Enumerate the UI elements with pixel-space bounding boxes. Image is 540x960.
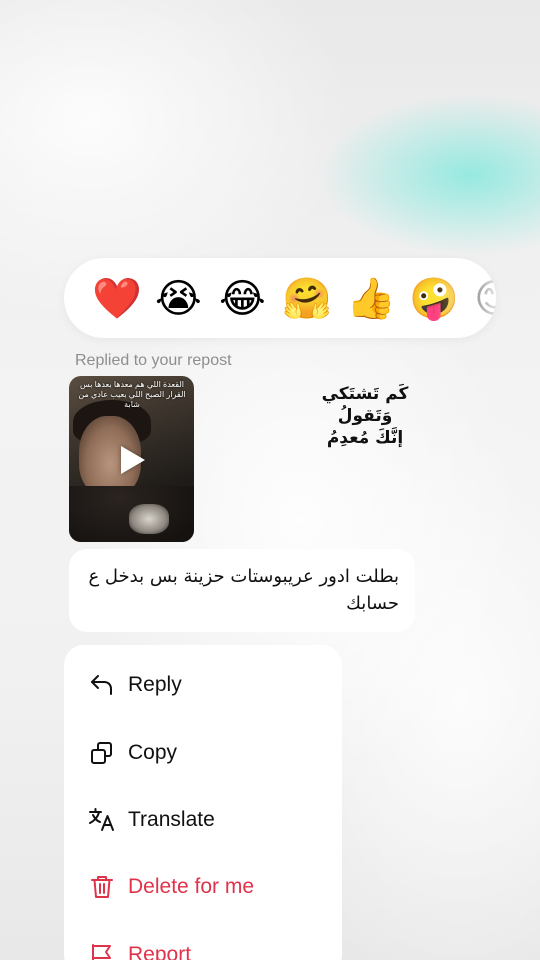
menu-item-report[interactable]: Report (88, 935, 328, 960)
menu-item-label: Copy (128, 741, 178, 764)
report-flag-icon (88, 941, 116, 960)
play-icon[interactable] (121, 446, 145, 474)
reaction-laughing-icon[interactable]: 😂 (219, 276, 266, 322)
reaction-heart-icon[interactable]: ❤️ (92, 276, 142, 322)
message-text: بطلت ادور عريبوستات حزينة بس بدخل ع حساب… (88, 566, 399, 614)
menu-item-label: Reply (128, 673, 182, 696)
copy-icon (88, 739, 116, 767)
menu-item-reply[interactable]: Reply (88, 665, 328, 705)
reply-icon (88, 671, 116, 699)
menu-item-delete[interactable]: Delete for me (88, 867, 328, 907)
message-context-menu: Reply Copy Translate Delete for me Repor… (64, 645, 342, 960)
menu-item-label: Translate (128, 808, 215, 831)
reaction-thumbs-up-icon[interactable]: 👍 (346, 276, 396, 322)
overlay-quote: كَم تَشتَكي وَتَقولُ إنَّكَ مُعدِمُ (300, 383, 430, 449)
trash-icon (88, 873, 116, 901)
menu-item-translate[interactable]: Translate (88, 800, 328, 840)
menu-item-label: Report (128, 943, 192, 960)
menu-item-copy[interactable]: Copy (88, 733, 328, 773)
replied-label: Replied to your repost (75, 352, 232, 369)
overlay-quote-line1: كَم تَشتَكي وَتَقولُ (321, 384, 409, 426)
reaction-bar: ❤️ 😭 😂 🤗 👍 🤪 😊 (64, 258, 496, 338)
thumbnail-caption: القعدة اللي هم معدها بعدها بس القرار الص… (78, 380, 186, 409)
thumbnail-shirt (129, 504, 169, 534)
reaction-hugging-icon[interactable]: 🤗 (282, 276, 332, 322)
reaction-crying-icon[interactable]: 😭 (155, 276, 202, 322)
reaction-bar-fade (436, 258, 496, 338)
translate-icon (88, 806, 116, 834)
menu-item-label: Delete for me (128, 875, 255, 898)
message-bubble[interactable]: بطلت ادور عريبوستات حزينة بس بدخل ع حساب… (69, 549, 415, 632)
repost-video-thumbnail[interactable]: القعدة اللي هم معدها بعدها بس القرار الص… (69, 376, 194, 542)
overlay-quote-line2: إنَّكَ مُعدِمُ (326, 428, 404, 448)
